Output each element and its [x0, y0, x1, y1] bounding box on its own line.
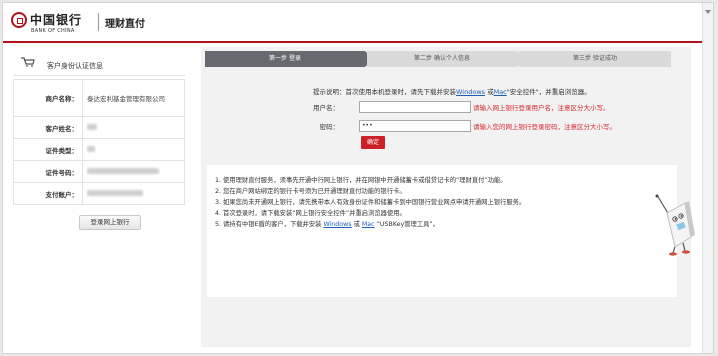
usbkey-mascot-icon: [655, 194, 695, 256]
mac-download-link[interactable]: Mac: [494, 88, 507, 96]
id-type-label: 证件类型：: [13, 138, 83, 161]
username-row: 用户名： 请输入网上银行登录用户名，注意区分大小写。: [201, 101, 691, 113]
shopping-cart-icon: [21, 57, 35, 67]
customer-name-label: 客户姓名：: [13, 116, 83, 139]
note5-prefix: 5. 请持有中银E盾的客户，下载并安装: [215, 221, 324, 228]
table-row: 商户名称： 泰达宏利基金管理有限公司: [13, 79, 185, 117]
password-hint: 请输入您的网上银行登录密码，注意区分大小写。: [473, 123, 616, 131]
login-online-banking-button[interactable]: 登录网上银行: [79, 215, 141, 230]
confirm-button[interactable]: 确定: [361, 136, 385, 149]
redacted-value: [87, 189, 143, 196]
header: 中国银行 BANK OF CHINA 理财直付: [3, 3, 713, 41]
windows-download-link[interactable]: Windows: [456, 88, 485, 96]
login-panel: 第一步 登录 第二步 确认个人信息 第三步 验证成功 提示说明：首次使用本机登录…: [201, 47, 691, 347]
notes-list: 1. 使用理财直付服务，须事先开通中行网上银行，并在网银中开通储蓄卡或借贷记卡的…: [207, 165, 677, 230]
customer-info-header: 客户身份认证信息: [13, 53, 185, 76]
table-row: 证件号码：: [13, 160, 185, 183]
step-confirm-info: 第二步 确认个人信息: [367, 51, 525, 67]
usbkey-windows-link[interactable]: Windows: [323, 221, 351, 228]
bank-of-china-logo-icon: [11, 12, 27, 28]
note5-mid: 或: [351, 221, 362, 228]
customer-name-value: [82, 116, 185, 139]
scroll-up-arrow-icon[interactable]: [705, 10, 711, 14]
note-item: 3. 如果您尚未开通网上银行，请先携带本人有效身份证件和储蓄卡到中国银行营业网点…: [215, 199, 526, 206]
tip-suffix: "安全控件"，并重启浏览器。: [506, 88, 591, 96]
username-label: 用户名：: [313, 104, 339, 112]
header-red-line: [3, 41, 713, 43]
id-number-value: [82, 160, 185, 183]
customer-info-panel: 客户身份认证信息 商户名称： 泰达宏利基金管理有限公司 客户姓名： 证件类型： …: [13, 53, 185, 345]
merchant-name-label: 商户名称：: [13, 79, 83, 117]
customer-info-title: 客户身份认证信息: [47, 62, 103, 70]
payment-account-label: 支付账户：: [13, 182, 83, 205]
note-item: 5. 请持有中银E盾的客户，下载并安装 Windows 或 Mac “USBKe…: [215, 219, 677, 230]
note-item: 2. 您在商户网站绑定的银行卡号须为已开通理财直付功能的银行卡。: [215, 188, 406, 195]
product-title: 理财直付: [105, 19, 145, 30]
password-label: 密码：: [319, 123, 340, 131]
page-frame: 中国银行 BANK OF CHINA 理财直付 客户身份认证信息 商户名称： 泰…: [2, 2, 714, 354]
password-input[interactable]: •••: [359, 120, 471, 132]
vertical-scrollbar[interactable]: [702, 3, 713, 353]
payment-account-value: [82, 182, 185, 205]
redacted-value: [87, 167, 159, 174]
id-type-value: [82, 138, 185, 161]
merchant-name-value: 泰达宏利基金管理有限公司: [82, 79, 185, 117]
tip-prefix: 提示说明：首次使用本机登录时，请先下载并安装: [313, 88, 456, 96]
username-hint: 请输入网上银行登录用户名，注意区分大小写。: [473, 104, 610, 112]
usbkey-mac-link[interactable]: Mac: [362, 221, 375, 228]
customer-info-table: 商户名称： 泰达宏利基金管理有限公司 客户姓名： 证件类型： 证件号码： 支付账…: [13, 79, 185, 205]
note-item: 1. 使用理财直付服务，须事先开通中行网上银行，并在网银中开通储蓄卡或借贷记卡的…: [215, 177, 507, 184]
logo-divider: [98, 13, 99, 31]
username-input[interactable]: [359, 101, 471, 113]
table-row: 客户姓名：: [13, 116, 185, 139]
progress-steps: 第一步 登录 第二步 确认个人信息 第三步 验证成功: [205, 51, 671, 67]
redacted-value: [87, 145, 95, 152]
redacted-value: [87, 123, 97, 130]
logo-chinese-name: 中国银行: [30, 13, 83, 27]
step-login: 第一步 登录: [205, 51, 373, 67]
tip-mid: 或: [485, 88, 494, 96]
table-row: 证件类型：: [13, 138, 185, 161]
notes-box: 1. 使用理财直付服务，须事先开通中行网上银行，并在网银中开通储蓄卡或借贷记卡的…: [207, 165, 677, 297]
note-item: 4. 首次登录时，请下载安装“网上银行安全控件”并重启浏览器使用。: [215, 210, 406, 217]
logo-english-name: BANK OF CHINA: [31, 28, 75, 34]
table-row: 支付账户：: [13, 182, 185, 205]
tip-text: 提示说明：首次使用本机登录时，请先下载并安装Windows 或Mac"安全控件"…: [313, 86, 591, 96]
password-row: 密码： ••• 请输入您的网上银行登录密码，注意区分大小写。: [201, 120, 691, 132]
step-verify-success: 第三步 验证成功: [519, 51, 671, 67]
id-number-label: 证件号码：: [13, 160, 83, 183]
note5-suffix: “USBKey管理工具”。: [374, 221, 439, 228]
